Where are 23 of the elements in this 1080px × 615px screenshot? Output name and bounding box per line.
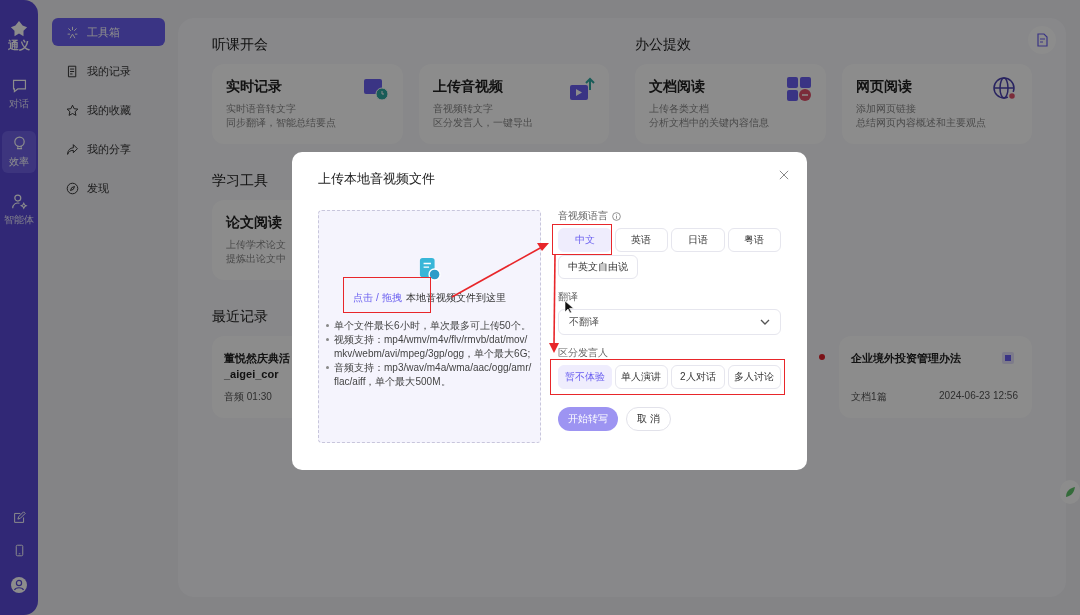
field-label: 区分发言人 xyxy=(558,346,608,360)
section-title: 听课开会 xyxy=(212,36,268,54)
field-label: 翻译 xyxy=(558,290,578,304)
card-title: 实时记录 xyxy=(226,78,282,96)
upload-note: 视频支持：mp4/wmv/m4v/flv/rmvb/dat/mov/mkv/webm/avi/mpeg/3gp/ogg，单个最大6G; xyxy=(334,333,532,361)
record-date: 2024-06-23 12:56 xyxy=(939,390,1018,403)
field-label: 音视频语言 xyxy=(558,209,608,223)
card-title: 上传音视频 xyxy=(432,78,503,96)
card-title: 文档阅读 xyxy=(649,78,705,96)
upload-note: 音频支持：mp3/wav/m4a/wma/aac/ogg/amr/flac/aiff，单个最大500M。 xyxy=(334,361,533,389)
dialog-title: 上传本地音视频文件 xyxy=(318,170,435,188)
record-meta: 音频 01:30 xyxy=(224,390,272,404)
section-title: 学习工具 xyxy=(212,172,268,190)
record-meta: 文档1篇 xyxy=(851,390,887,404)
record-title: 董悦然庆典活 _aigei_cor xyxy=(224,351,290,382)
upload-note: 单个文件最长6小时，单次最多可上传50个。 xyxy=(334,319,531,333)
section-title: 最近记录 xyxy=(212,308,268,326)
card-description: 提炼出论文中 xyxy=(226,252,287,266)
card-title: 网页阅读 xyxy=(855,78,912,96)
logo-text: 通义 xyxy=(8,38,30,53)
section-title: 办公提效 xyxy=(635,36,691,54)
card-title: 论文阅读 xyxy=(226,214,282,232)
record-title: 企业境外投资管理办法 xyxy=(851,351,961,366)
